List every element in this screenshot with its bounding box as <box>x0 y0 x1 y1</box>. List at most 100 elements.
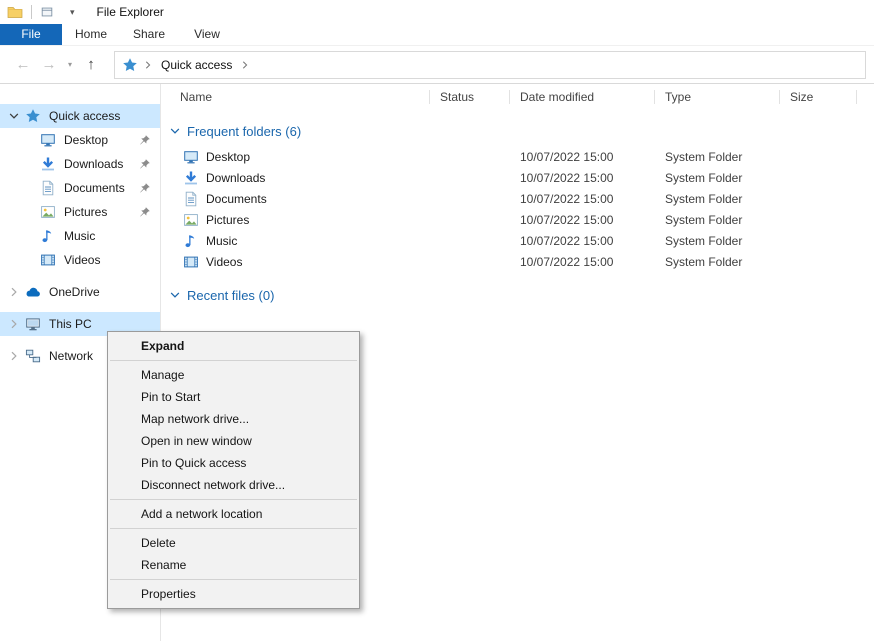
tab-view[interactable]: View <box>178 24 236 45</box>
menu-item-pin-to-start[interactable]: Pin to Start <box>108 386 359 408</box>
menu-item-pin-to-quick-access[interactable]: Pin to Quick access <box>108 452 359 474</box>
menu-item-open-in-new-window[interactable]: Open in new window <box>108 430 359 452</box>
sidebar-item-documents[interactable]: Documents <box>0 176 160 200</box>
network-icon <box>25 348 41 364</box>
sidebar-item-music[interactable]: Music <box>0 224 160 248</box>
videos-icon <box>183 254 199 270</box>
recent-locations-dropdown-icon[interactable]: ▾ <box>62 60 78 69</box>
menu-item-add-network-location[interactable]: Add a network location <box>108 503 359 525</box>
file-name: Music <box>206 234 237 248</box>
cell-date-modified: 10/07/2022 15:00 <box>510 150 655 164</box>
menu-item-rename[interactable]: Rename <box>108 554 359 576</box>
menu-item-delete[interactable]: Delete <box>108 532 359 554</box>
pictures-icon <box>40 204 56 220</box>
pin-icon <box>139 158 151 170</box>
tab-home[interactable]: Home <box>62 24 120 45</box>
menu-separator <box>110 528 357 529</box>
ribbon-tabs: File Home Share View <box>0 24 874 46</box>
chevron-down-icon[interactable] <box>168 124 182 138</box>
title-bar: ▾ File Explorer <box>0 0 874 24</box>
sidebar-item-videos[interactable]: Videos <box>0 248 160 272</box>
column-headers: Name Status Date modified Type Size <box>162 84 874 110</box>
sidebar-item-label: Network <box>49 349 93 363</box>
cell-type: System Folder <box>655 171 780 185</box>
documents-icon <box>183 191 199 207</box>
sidebar-item-label: Pictures <box>64 205 107 219</box>
chevron-right-icon[interactable] <box>7 317 21 331</box>
sidebar-item-label: Downloads <box>64 157 123 171</box>
back-button[interactable]: ← <box>10 56 36 73</box>
quick-access-toolbar-icon[interactable] <box>40 5 54 19</box>
menu-item-properties[interactable]: Properties <box>108 583 359 605</box>
file-name: Desktop <box>206 150 250 164</box>
this-pc-icon <box>25 316 41 332</box>
cell-name: Pictures <box>162 212 430 228</box>
column-header-date-modified[interactable]: Date modified <box>510 84 655 110</box>
window-title: File Explorer <box>97 5 164 19</box>
file-explorer-icon <box>7 4 23 20</box>
file-row-videos[interactable]: Videos 10/07/2022 15:00 System Folder <box>162 251 874 272</box>
sidebar-item-pictures[interactable]: Pictures <box>0 200 160 224</box>
cell-name: Music <box>162 233 430 249</box>
column-header-type[interactable]: Type <box>655 84 780 110</box>
music-icon <box>40 228 56 244</box>
menu-item-map-network-drive[interactable]: Map network drive... <box>108 408 359 430</box>
cell-type: System Folder <box>655 255 780 269</box>
cell-type: System Folder <box>655 192 780 206</box>
cell-date-modified: 10/07/2022 15:00 <box>510 213 655 227</box>
sidebar-item-downloads[interactable]: Downloads <box>0 152 160 176</box>
quick-access-icon <box>25 108 41 124</box>
toolbar-divider <box>31 5 32 19</box>
column-header-name[interactable]: Name <box>162 84 430 110</box>
column-header-size[interactable]: Size <box>780 84 857 110</box>
forward-button[interactable]: → <box>36 56 62 73</box>
breadcrumb-quick-access[interactable]: Quick access <box>158 58 235 72</box>
menu-item-disconnect-network-drive[interactable]: Disconnect network drive... <box>108 474 359 496</box>
documents-icon <box>40 180 56 196</box>
file-row-music[interactable]: Music 10/07/2022 15:00 System Folder <box>162 230 874 251</box>
menu-item-expand[interactable]: Expand <box>108 335 359 357</box>
file-name: Documents <box>206 192 267 206</box>
file-name: Pictures <box>206 213 249 227</box>
sidebar-item-label: Desktop <box>64 133 108 147</box>
desktop-icon <box>40 132 56 148</box>
sidebar-item-label: Quick access <box>49 109 120 123</box>
chevron-down-icon[interactable] <box>7 109 21 123</box>
group-label: Recent files (0) <box>187 288 274 303</box>
customize-toolbar-chevron-icon[interactable]: ▾ <box>70 7 75 18</box>
chevron-right-icon[interactable] <box>7 349 21 363</box>
chevron-right-icon[interactable] <box>7 285 21 299</box>
tab-file[interactable]: File <box>0 24 62 45</box>
music-icon <box>183 233 199 249</box>
desktop-icon <box>183 149 199 165</box>
file-row-pictures[interactable]: Pictures 10/07/2022 15:00 System Folder <box>162 209 874 230</box>
sidebar-item-label: This PC <box>49 317 92 331</box>
address-bar[interactable]: Quick access <box>114 51 866 79</box>
cell-date-modified: 10/07/2022 15:00 <box>510 255 655 269</box>
sidebar-item-desktop[interactable]: Desktop <box>0 128 160 152</box>
group-header-frequent-folders[interactable]: Frequent folders (6) <box>168 120 874 142</box>
column-header-status[interactable]: Status <box>430 84 510 110</box>
pin-icon <box>139 134 151 146</box>
navigation-bar: ← → ▾ ↑ Quick access <box>0 46 874 84</box>
up-button[interactable]: ↑ <box>78 56 104 73</box>
file-name: Downloads <box>206 171 265 185</box>
file-row-documents[interactable]: Documents 10/07/2022 15:00 System Folder <box>162 188 874 209</box>
downloads-icon <box>183 170 199 186</box>
tab-share[interactable]: Share <box>120 24 178 45</box>
file-row-desktop[interactable]: Desktop 10/07/2022 15:00 System Folder <box>162 146 874 167</box>
pin-icon <box>139 206 151 218</box>
menu-separator <box>110 579 357 580</box>
chevron-right-icon[interactable] <box>239 59 251 71</box>
sidebar-item-quick-access[interactable]: Quick access <box>0 104 160 128</box>
chevron-right-icon[interactable] <box>142 59 154 71</box>
pictures-icon <box>183 212 199 228</box>
sidebar-item-onedrive[interactable]: OneDrive <box>0 280 160 304</box>
file-row-downloads[interactable]: Downloads 10/07/2022 15:00 System Folder <box>162 167 874 188</box>
cell-name: Desktop <box>162 149 430 165</box>
sidebar-item-label: OneDrive <box>49 285 100 299</box>
group-header-recent-files[interactable]: Recent files (0) <box>168 284 874 306</box>
chevron-down-icon[interactable] <box>168 288 182 302</box>
menu-item-manage[interactable]: Manage <box>108 364 359 386</box>
file-name: Videos <box>206 255 242 269</box>
